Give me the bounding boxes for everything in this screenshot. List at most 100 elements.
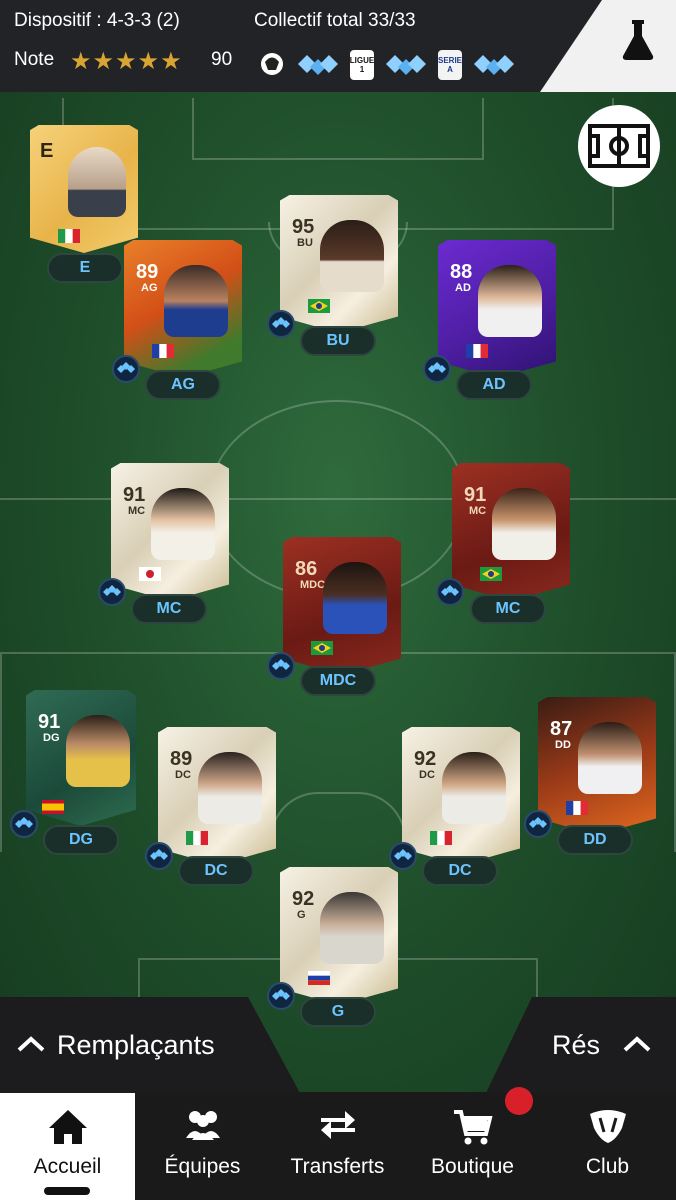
chemistry-icon (267, 982, 295, 1010)
player-position: DC (175, 769, 191, 781)
player-rating: 95 (292, 216, 315, 238)
player-rating: 92 (414, 748, 437, 770)
position-label-lcb: DC (178, 856, 254, 886)
chevron-up-icon (623, 1036, 651, 1052)
nav-label: Club (585, 1155, 630, 1178)
player-card-lb[interactable]: 91 DG (26, 690, 136, 826)
position-label-manager: E (47, 253, 123, 283)
position-label-cdm: MDC (300, 666, 376, 696)
player-position: AD (455, 282, 471, 294)
rating-label: Note (14, 49, 55, 70)
substitutes-toggle[interactable]: Remplaçants (0, 997, 300, 1093)
player-position: AG (141, 282, 158, 294)
premier-league-icon (261, 53, 283, 75)
pitch-view-button[interactable] (578, 105, 660, 187)
player-card-cdm[interactable]: 86 MDC (283, 537, 401, 675)
player-card-rw[interactable]: 88 AD (438, 240, 556, 378)
player-card-st[interactable]: 95 BU (280, 195, 398, 333)
nav-club[interactable]: Club (540, 1093, 675, 1200)
bottom-navigation: Accueil Équipes Transferts Boutique Club (0, 1093, 676, 1200)
player-rating: 87 (550, 718, 573, 740)
position-label-rb: DD (557, 825, 633, 855)
brazil-flag-icon (308, 299, 330, 313)
chemistry-icon (112, 355, 140, 383)
position-label-rw: AD (456, 370, 532, 400)
player-position: MDC (300, 579, 326, 591)
position-label-gk: G (300, 997, 376, 1027)
france-flag-icon (566, 801, 588, 815)
league-chemistry-row: LIGUE 1 SERIE A (258, 48, 516, 82)
italy-flag-icon (186, 831, 208, 845)
position-label-lb: DG (43, 825, 119, 855)
ligue1-icon: LIGUE 1 (350, 50, 374, 80)
serie-a-icon: SERIE A (438, 50, 462, 80)
player-photo (198, 752, 262, 824)
nav-label: Accueil (33, 1155, 102, 1178)
nav-transfers[interactable]: Transferts (270, 1093, 405, 1200)
chemistry-label: Collectif total 33/33 (254, 10, 416, 31)
chemistry-icon (98, 578, 126, 606)
player-rating: 91 (38, 711, 61, 733)
nav-teams[interactable]: Équipes (135, 1093, 270, 1200)
nav-label: Transferts (290, 1155, 385, 1178)
player-rating: 89 (136, 261, 159, 283)
france-flag-icon (152, 344, 174, 358)
chemistry-icon (267, 652, 295, 680)
nav-home[interactable]: Accueil (0, 1093, 135, 1200)
nav-label: Équipes (164, 1155, 241, 1178)
russia-flag-icon (308, 971, 330, 985)
player-photo (478, 265, 542, 337)
italy-flag-icon (58, 229, 80, 243)
italy-flag-icon (430, 831, 452, 845)
substitutes-label: Remplaçants (57, 1030, 215, 1060)
player-rating: 92 (292, 888, 315, 910)
player-photo (323, 562, 387, 634)
reserves-label: Rés (552, 1030, 601, 1060)
player-card-gk[interactable]: 92 G (280, 867, 398, 1005)
nav-label: Boutique (431, 1155, 514, 1178)
cart-icon (453, 1110, 493, 1145)
home-icon (48, 1110, 87, 1144)
player-card-lw[interactable]: 89 AG (124, 240, 242, 378)
player-position: MC (469, 505, 487, 517)
player-rating: 91 (464, 484, 487, 506)
player-card-lcb[interactable]: 89 DC (158, 727, 276, 865)
transfer-icon (320, 1111, 355, 1139)
position-label-rcb: DC (422, 856, 498, 886)
player-photo (151, 488, 215, 560)
chemistry-icon (10, 810, 38, 838)
chemistry-diamonds-icon (298, 55, 338, 75)
player-card-lcm[interactable]: 91 MC (111, 463, 229, 601)
team-rating: 90 (211, 49, 233, 70)
player-card-rcm[interactable]: 91 MC (452, 463, 570, 601)
team-icon (185, 1111, 220, 1140)
pitch-view-icon (588, 124, 650, 168)
chevron-up-icon (17, 1036, 45, 1052)
player-position: DG (43, 732, 60, 744)
position-label-st: BU (300, 326, 376, 356)
manager-card[interactable]: E (30, 125, 138, 253)
position-label-lcm: MC (131, 594, 207, 624)
player-position: DD (555, 739, 571, 751)
rating-stars: ★★★★★ (70, 48, 183, 75)
player-card-rb[interactable]: 87 DD (538, 697, 656, 835)
manager-photo (68, 147, 126, 217)
player-card-rcb[interactable]: 92 DC (402, 727, 520, 865)
formation-label: Dispositif : 4-3-3 (2) (14, 10, 180, 31)
flask-icon (622, 20, 654, 60)
player-photo (492, 488, 556, 560)
player-photo (578, 722, 642, 794)
chemistry-icon (436, 578, 464, 606)
player-rating: 91 (123, 484, 146, 506)
lab-button[interactable] (540, 0, 676, 92)
active-tab-indicator (44, 1187, 90, 1195)
player-position: MC (128, 505, 146, 517)
player-rating: 89 (170, 748, 193, 770)
player-photo (320, 892, 384, 964)
spain-flag-icon (42, 800, 64, 814)
player-position: BU (297, 237, 313, 249)
player-photo (66, 715, 130, 787)
player-position: G (297, 909, 306, 921)
player-position: DC (419, 769, 435, 781)
japan-flag-icon (139, 567, 161, 581)
